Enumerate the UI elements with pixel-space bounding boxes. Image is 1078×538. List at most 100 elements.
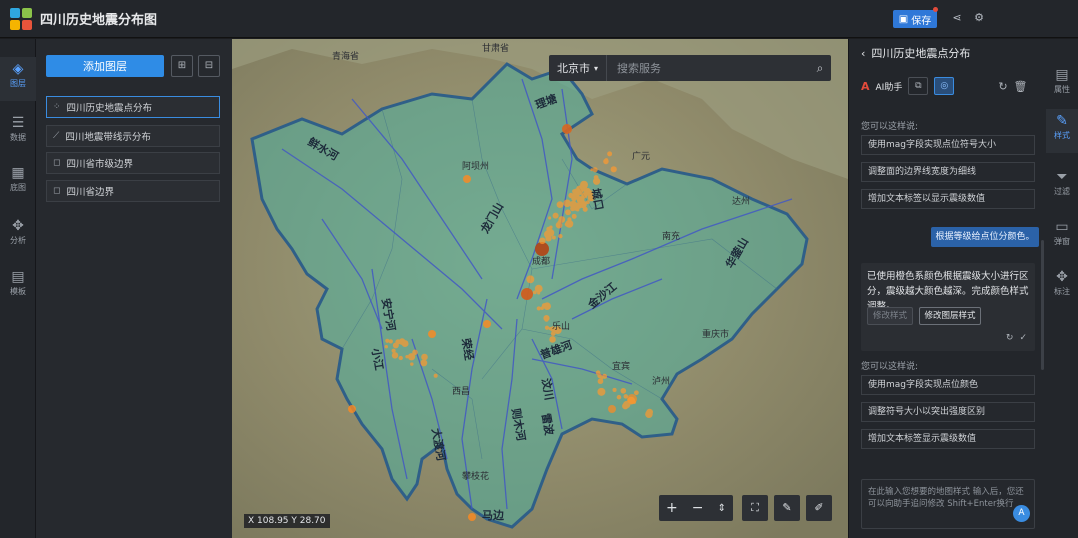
settings-icon[interactable]: ⚙ <box>972 11 986 25</box>
zoom-in-icon[interactable]: + <box>666 500 678 516</box>
quake-point[interactable] <box>565 209 571 216</box>
zoom-out-icon[interactable]: − <box>692 500 704 516</box>
quake-point[interactable] <box>552 212 559 219</box>
rail-item-basemap[interactable]: ▦ 底图 <box>0 161 36 205</box>
quake-point[interactable] <box>463 175 471 183</box>
rail-item-label[interactable]: ✥ 标注 <box>1046 265 1078 309</box>
import-icon[interactable]: ⊟ <box>198 55 220 77</box>
suggestion-item[interactable]: 调整面的边界线宽度为细线 <box>861 162 1035 182</box>
quake-point[interactable] <box>384 345 388 349</box>
rail-item-style[interactable]: ✎ 样式 <box>1046 109 1078 153</box>
quake-point[interactable] <box>544 317 549 322</box>
rail-item-data[interactable]: ☰ 数据 <box>0 111 36 155</box>
quake-point[interactable] <box>551 235 556 240</box>
rail-item-popup[interactable]: ▭ 弹窗 <box>1046 215 1078 259</box>
layer-item-city-boundary[interactable]: ◻ 四川省市级边界 <box>46 152 220 174</box>
share-icon[interactable]: ⋖ <box>950 11 964 25</box>
suggestion-item[interactable]: 调整符号大小以突出强度区别 <box>861 402 1035 422</box>
quake-point[interactable] <box>433 373 438 378</box>
layer-item-province-boundary[interactable]: ◻ 四川省边界 <box>46 180 220 202</box>
zoom-step-icon[interactable]: ⇕ <box>718 503 726 514</box>
suggestion-item[interactable]: 增加文本标签以显示震级数值 <box>861 189 1035 209</box>
quake-point[interactable] <box>558 233 563 239</box>
rail-item-analysis[interactable]: ✥ 分析 <box>0 214 36 258</box>
measure-icon[interactable]: ✎ <box>774 495 800 521</box>
quake-point[interactable] <box>610 166 617 173</box>
rail-item-attribute[interactable]: ▤ 属性 <box>1046 63 1078 107</box>
quake-point[interactable] <box>391 348 396 353</box>
quake-point[interactable] <box>410 362 414 366</box>
quake-point[interactable] <box>421 353 428 361</box>
quake-point[interactable] <box>593 175 599 180</box>
suggestion-item[interactable]: 使用mag字段实现点位颜色 <box>861 375 1035 395</box>
layer-item-fault-lines[interactable]: ⟋ 四川地震带线示分布 <box>46 125 220 147</box>
quake-point[interactable] <box>571 195 577 202</box>
quake-point[interactable] <box>548 216 552 220</box>
search-input[interactable]: 搜索服务 <box>607 60 809 76</box>
folder-add-icon[interactable]: ⊞ <box>171 55 193 77</box>
quake-point[interactable] <box>420 359 428 367</box>
rail-item-filter[interactable]: ⏷ 过滤 <box>1046 165 1078 209</box>
quake-point[interactable] <box>526 275 535 284</box>
search-icon[interactable]: ⌕ <box>809 61 831 76</box>
quake-point[interactable] <box>627 396 636 405</box>
quake-point[interactable] <box>565 219 574 228</box>
quake-point[interactable] <box>544 325 550 330</box>
layer-item-quake-points[interactable]: ⁘ 四川历史地震点分布 <box>46 96 220 118</box>
quake-point[interactable] <box>646 408 653 416</box>
quake-point[interactable] <box>549 336 556 343</box>
quake-point[interactable] <box>575 207 580 212</box>
quake-point[interactable] <box>623 394 629 399</box>
quake-point[interactable] <box>602 373 608 379</box>
quake-point[interactable] <box>385 338 390 343</box>
quake-point[interactable] <box>575 202 582 210</box>
quake-point[interactable] <box>348 405 356 413</box>
quake-point[interactable] <box>622 402 629 410</box>
quake-point[interactable] <box>388 339 393 344</box>
edit-icon[interactable]: ✐ <box>806 495 832 521</box>
quake-point[interactable] <box>612 387 617 392</box>
quake-point[interactable] <box>557 223 561 227</box>
delete-icon[interactable]: 🗑 <box>1014 80 1028 93</box>
quake-point[interactable] <box>398 355 403 361</box>
quake-point[interactable] <box>536 306 541 311</box>
style-icon[interactable]: ◎ <box>934 77 955 95</box>
chat-input[interactable]: 在此输入您想要的地图样式 输入后，您还可以向助手追问修改 Shift+Enter… <box>861 479 1035 529</box>
quake-point[interactable] <box>566 203 570 207</box>
regenerate-icon[interactable]: ↻ <box>1006 333 1014 343</box>
back-icon[interactable]: ‹ <box>861 47 865 60</box>
save-button[interactable]: ▣ 保存 <box>893 10 937 28</box>
quake-point[interactable] <box>535 242 549 256</box>
quake-point[interactable] <box>597 373 602 379</box>
quake-point[interactable] <box>604 158 609 162</box>
quake-point[interactable] <box>597 387 606 396</box>
quake-point[interactable] <box>539 237 546 245</box>
map-canvas[interactable]: 青海省 甘肃省 阿坝州 成都 重庆市 乐山 宜宾 泸州 西昌 攀枝花 广元 南充… <box>232 39 848 538</box>
refresh-icon[interactable]: ↻ <box>998 80 1007 93</box>
quake-point[interactable] <box>544 230 552 239</box>
modify-layer-style-button[interactable]: 修改图层样式 <box>919 307 981 325</box>
copy-icon[interactable]: ⧉ <box>908 77 929 95</box>
quake-point[interactable] <box>597 378 604 385</box>
quake-point[interactable] <box>550 331 556 337</box>
assistant-scrollbar[interactable] <box>1041 240 1044 370</box>
confirm-icon[interactable]: ✓ <box>1019 333 1027 343</box>
quake-point[interactable] <box>392 342 399 349</box>
rail-item-module[interactable]: ▤ 模板 <box>0 265 36 309</box>
quake-point[interactable] <box>398 338 406 345</box>
quake-point[interactable] <box>483 320 491 328</box>
quake-point[interactable] <box>468 513 476 521</box>
quake-point[interactable] <box>616 394 622 400</box>
quake-point[interactable] <box>608 405 616 413</box>
quake-point[interactable] <box>391 352 399 359</box>
quake-point[interactable] <box>535 285 543 293</box>
suggestion-item[interactable]: 增加文本标签显示震级数值 <box>861 429 1035 449</box>
quake-point[interactable] <box>571 213 577 219</box>
quake-point[interactable] <box>556 201 564 208</box>
quake-point[interactable] <box>412 349 418 356</box>
quake-point[interactable] <box>405 354 409 359</box>
quake-point[interactable] <box>562 124 572 134</box>
quake-point[interactable] <box>532 290 537 295</box>
quake-point[interactable] <box>592 167 598 173</box>
city-select[interactable]: 北京市 ▾ <box>549 55 607 81</box>
